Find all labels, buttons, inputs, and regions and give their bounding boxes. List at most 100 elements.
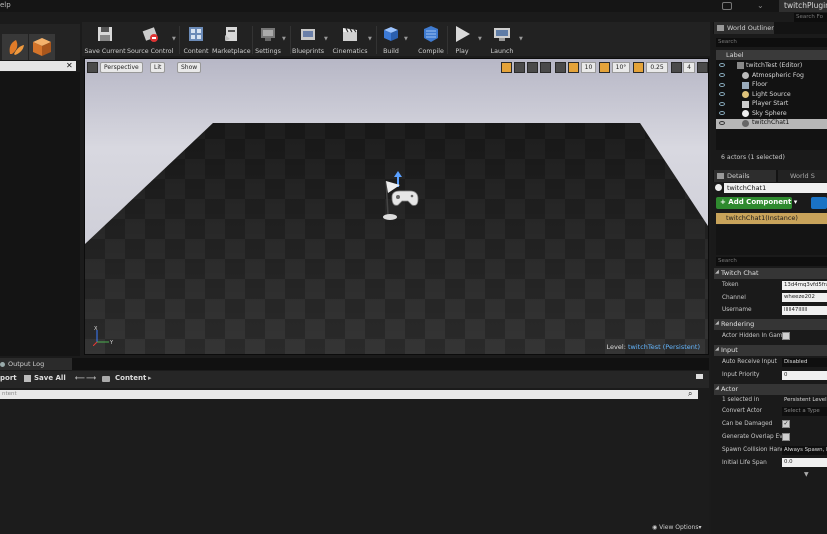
show-button[interactable]: Show <box>177 62 202 73</box>
visibility-eye-icon[interactable] <box>719 73 725 77</box>
visibility-eye-icon[interactable] <box>719 120 725 125</box>
play-button[interactable]: Play <box>449 24 475 56</box>
settings-button[interactable]: Settings <box>254 24 282 56</box>
import-button[interactable]: port <box>0 374 17 382</box>
search-icon[interactable]: ⌕ <box>688 389 692 399</box>
channel-field[interactable]: wheeze202 <box>782 293 827 302</box>
chevron-down-icon[interactable]: ▼ <box>804 471 809 478</box>
lit-button[interactable]: Lit <box>150 62 166 73</box>
chevron-down-icon: ▾ <box>698 524 702 531</box>
visibility-eye-icon[interactable] <box>719 111 725 115</box>
scale-snap-value[interactable]: 0.25 <box>646 62 668 73</box>
close-icon[interactable]: ✕ <box>66 61 73 70</box>
world-settings-tab[interactable]: World S <box>778 170 827 182</box>
list-item[interactable]: Floor <box>716 81 827 91</box>
forward-arrow-icon[interactable]: ⟶ <box>86 374 96 382</box>
generate-overlap-checkbox[interactable] <box>782 433 790 441</box>
convert-actor-row: Convert Actor Select a Type <box>716 405 827 418</box>
save-current-button[interactable]: Save Current <box>84 24 126 56</box>
build-dropdown-icon[interactable]: ▼ <box>404 36 408 42</box>
component-instance-row[interactable]: twitchChat1(Instance) <box>716 213 827 224</box>
list-item[interactable]: twitchChat1 <box>716 119 827 129</box>
place-mode-button[interactable] <box>29 34 55 60</box>
save-all-button[interactable]: Save All <box>34 374 66 382</box>
compile-button[interactable]: Compile <box>416 24 446 56</box>
world-local-icon[interactable] <box>540 62 551 73</box>
details-search-input[interactable]: Search <box>716 257 827 266</box>
convert-actor-select[interactable]: Select a Type <box>782 406 827 416</box>
auto-receive-input-select[interactable]: Disabled <box>782 357 827 367</box>
output-log-tab[interactable]: Output Log <box>0 358 72 370</box>
cinematics-dropdown-icon[interactable]: ▼ <box>368 36 372 42</box>
settings-dropdown-icon[interactable]: ▼ <box>282 36 286 42</box>
back-arrow-icon[interactable]: ⟵ <box>75 374 85 382</box>
twitch-chat-category[interactable]: Twitch Chat <box>714 268 827 279</box>
blueprints-button[interactable]: Blueprints <box>292 24 324 56</box>
visibility-eye-icon[interactable] <box>719 92 725 96</box>
list-item[interactable]: Player Start <box>716 100 827 110</box>
list-item[interactable]: Atmospheric Fog <box>716 71 827 81</box>
add-component-button[interactable]: + Add Component ▾ <box>716 197 797 209</box>
close-icon[interactable] <box>696 374 703 379</box>
grid-snap-value[interactable]: 10 <box>581 62 596 73</box>
grid-snap-icon[interactable] <box>568 62 579 73</box>
rotation-snap-value[interactable]: 10° <box>612 62 630 73</box>
initial-life-span-field[interactable]: 0.0 <box>782 458 827 467</box>
outliner-search-input[interactable]: Search <box>716 38 827 47</box>
visibility-eye-icon[interactable] <box>719 82 725 87</box>
play-dropdown-icon[interactable]: ▼ <box>478 36 482 42</box>
help-menu[interactable]: elp <box>0 1 11 9</box>
token-field[interactable]: 13d4mq3vfd5fra <box>782 280 827 290</box>
list-item[interactable]: Sky Sphere <box>716 109 827 119</box>
level-viewport[interactable]: Perspective Lit Show 10 10° 0.25 4 X Y L… <box>84 58 709 355</box>
content-button[interactable]: Content <box>182 24 210 56</box>
camera-speed-value[interactable]: 4 <box>683 62 695 73</box>
source-control-button[interactable]: Source Control <box>127 24 173 56</box>
foliage-mode-button[interactable] <box>2 34 28 60</box>
twitch-chat-actor[interactable] <box>378 171 424 229</box>
viewport-options-button[interactable] <box>87 62 98 73</box>
build-button[interactable]: Build <box>378 24 404 56</box>
view-options-button[interactable]: ◉ View Options▾ <box>652 524 701 531</box>
show-label: Show <box>181 64 198 71</box>
cinematics-button[interactable]: Cinematics <box>332 24 368 56</box>
scale-icon[interactable] <box>527 62 538 73</box>
rendering-category[interactable]: Rendering <box>714 319 827 330</box>
launch-dropdown-icon[interactable]: ▼ <box>519 36 523 42</box>
can-be-damaged-checkbox[interactable]: ✓ <box>782 420 790 428</box>
blueprints-dropdown-icon[interactable]: ▼ <box>324 36 328 42</box>
camera-speed-icon[interactable] <box>671 62 682 73</box>
visibility-eye-icon[interactable] <box>719 101 725 106</box>
content-search-input[interactable]: ntent <box>0 390 698 399</box>
maximize-viewport-icon[interactable] <box>697 62 708 73</box>
username-field[interactable]: lllll47llllll <box>782 305 827 315</box>
chevron-down-icon[interactable]: ⌄ <box>757 1 764 10</box>
actor-name-input[interactable]: twitchChat1 <box>724 183 827 193</box>
source-control-dropdown-icon[interactable]: ▼ <box>172 36 176 42</box>
rotate-icon[interactable] <box>514 62 525 73</box>
rotation-snap-icon[interactable] <box>599 62 610 73</box>
actor-hidden-checkbox[interactable] <box>782 332 790 340</box>
content-path-root[interactable]: Content <box>115 374 146 382</box>
perspective-button[interactable]: Perspective <box>100 62 143 73</box>
list-item[interactable]: twitchTest (Editor) <box>716 61 827 71</box>
outliner-label-column[interactable]: Label <box>716 50 827 60</box>
top-search-input[interactable]: Search Fo <box>794 13 827 22</box>
modes-search-input[interactable] <box>0 61 76 71</box>
spawn-collision-select[interactable]: Always Spawn, Ig <box>782 445 827 455</box>
translate-icon[interactable] <box>501 62 512 73</box>
input-category[interactable]: Input <box>714 345 827 356</box>
launch-button[interactable]: Launch <box>487 24 517 56</box>
chevron-right-icon[interactable]: ▸ <box>148 374 152 382</box>
scale-snap-icon[interactable] <box>633 62 644 73</box>
outliner-icon <box>717 25 724 31</box>
surface-snap-icon[interactable] <box>555 62 566 73</box>
level-indicator: Level: twitchTest (Persistent) <box>607 343 700 351</box>
toolbar-separator <box>179 26 180 54</box>
list-item[interactable]: Light Source <box>716 90 827 100</box>
blueprint-add-script-button[interactable] <box>811 197 827 209</box>
project-tab[interactable]: twitchPlugin <box>779 0 827 12</box>
marketplace-button[interactable]: Marketplace <box>212 24 251 56</box>
input-priority-field[interactable]: 0 <box>782 370 827 380</box>
visibility-eye-icon[interactable] <box>719 63 725 67</box>
